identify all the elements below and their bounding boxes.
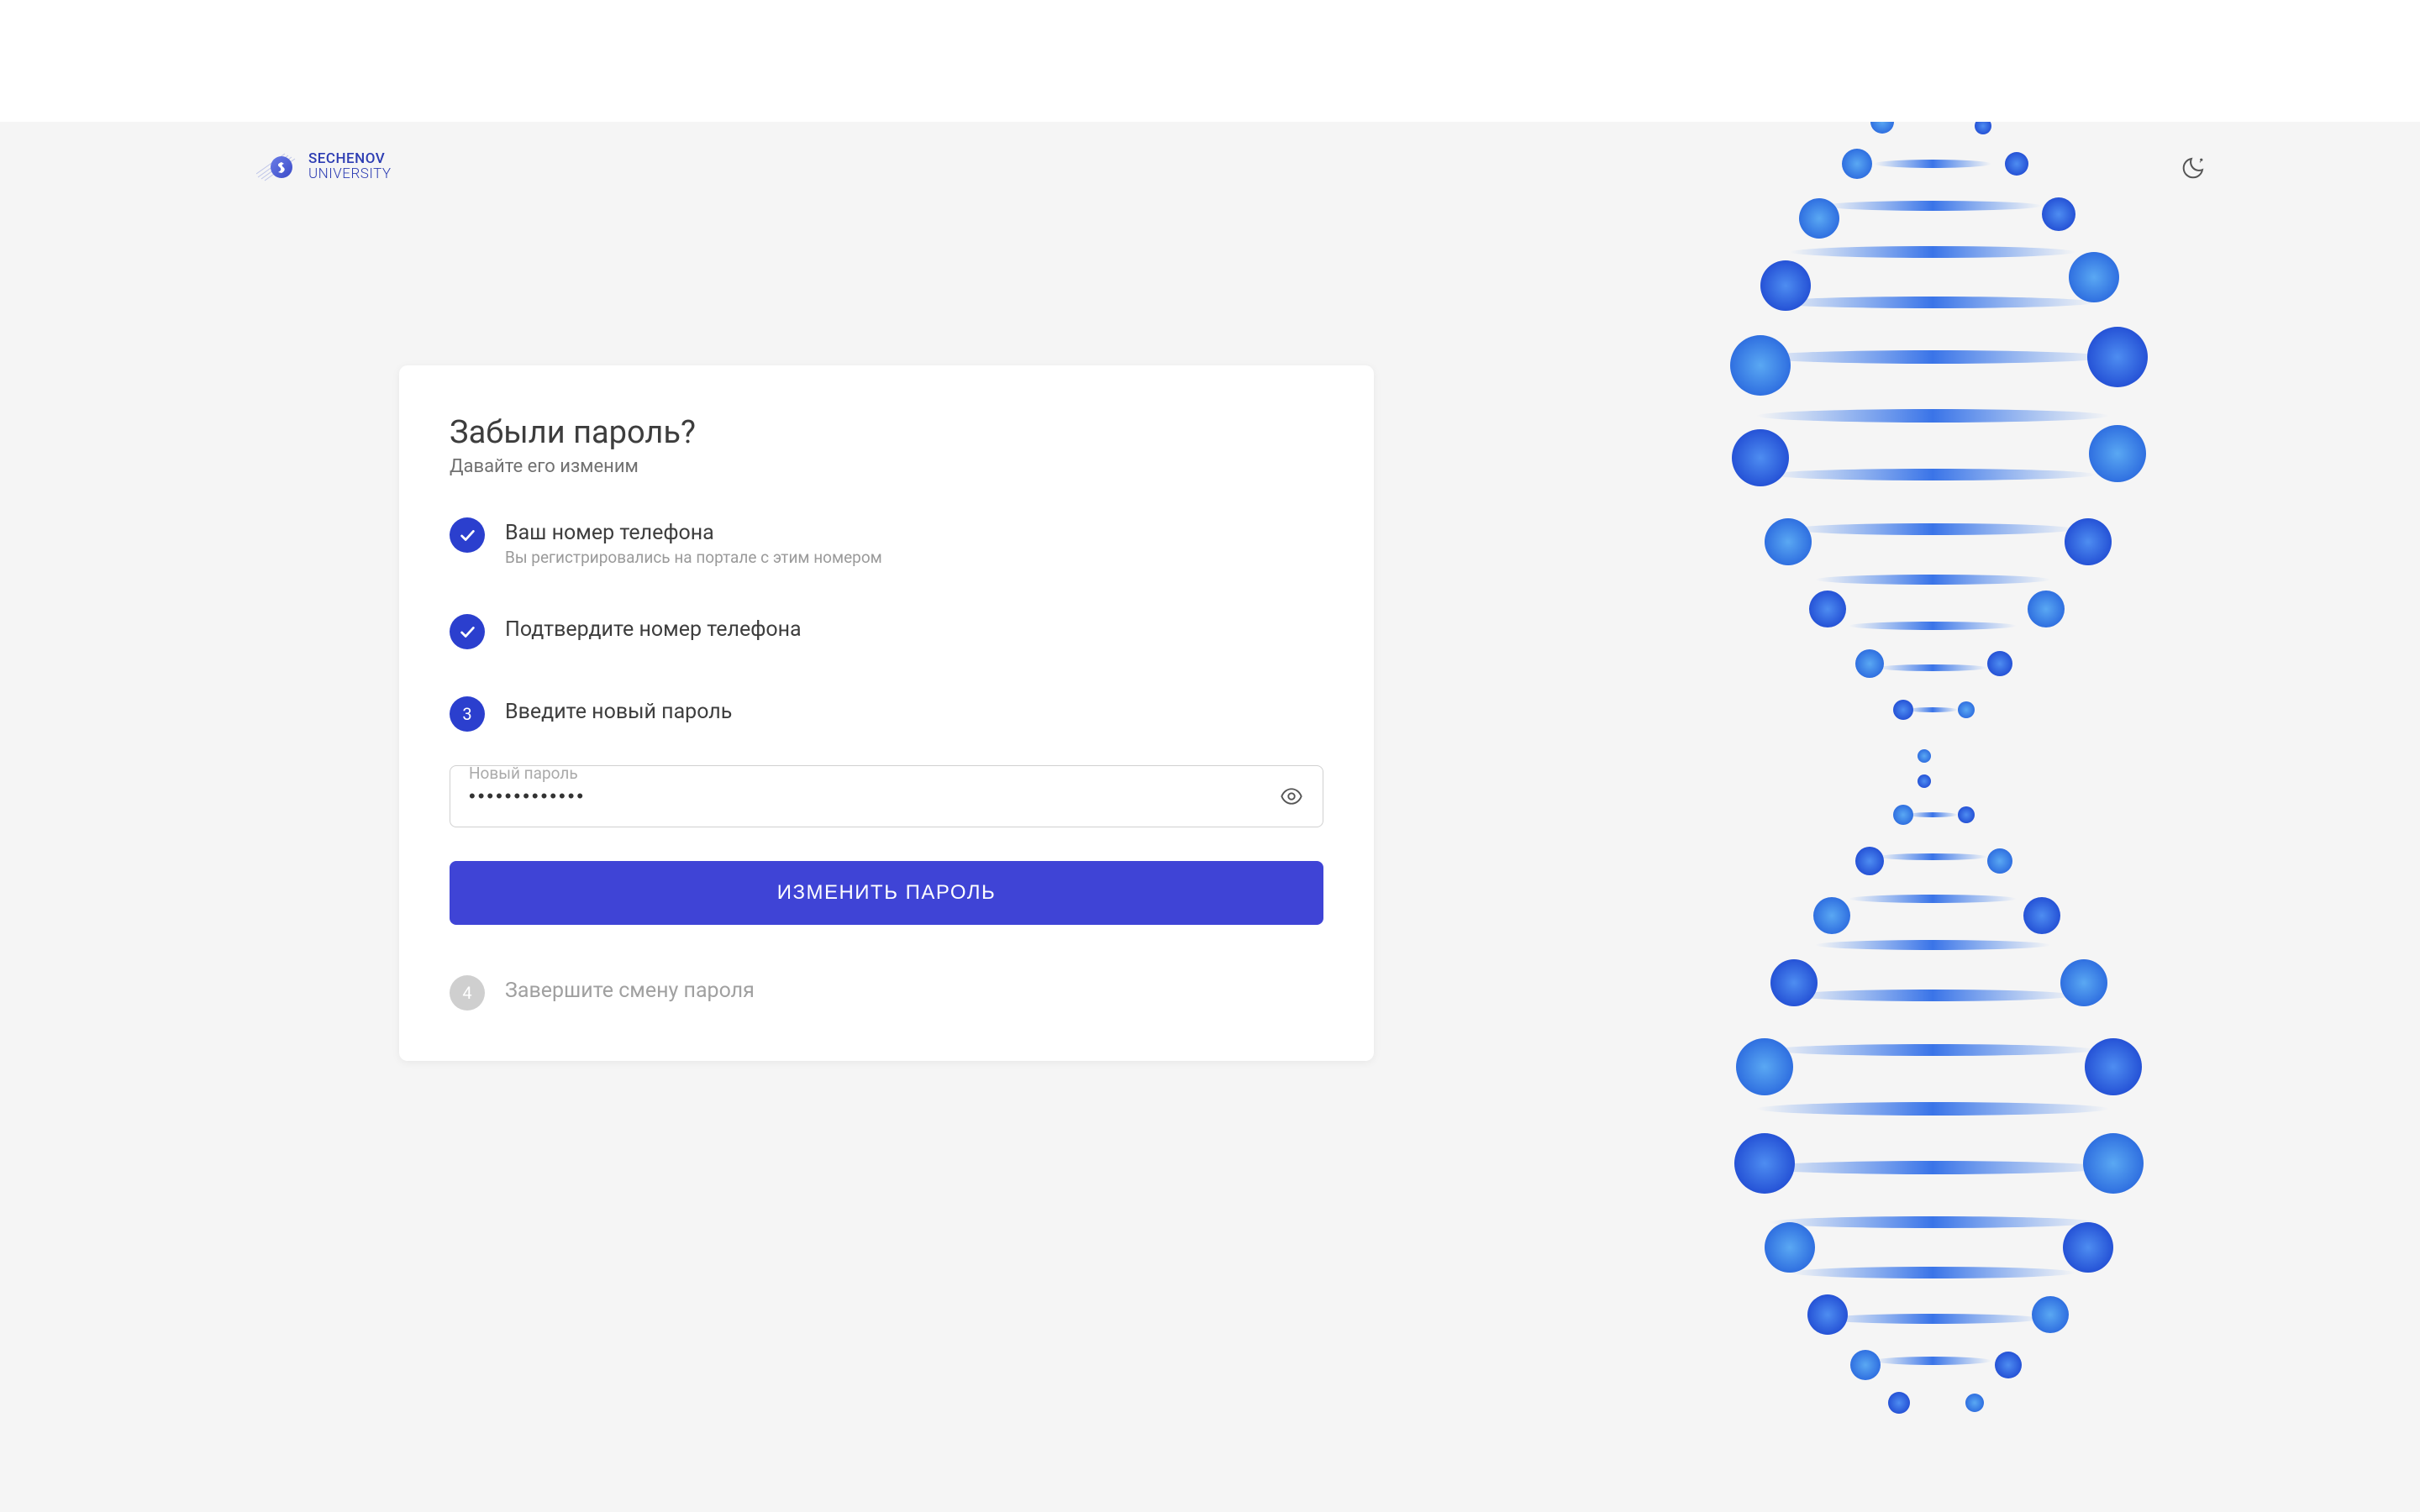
page-main: SECHENOV UNIVERSITY Забыли пароль? Давай…	[0, 122, 2420, 1512]
logo[interactable]: SECHENOV UNIVERSITY	[256, 152, 392, 182]
card-subtitle: Давайте его изменим	[450, 456, 1323, 477]
theme-toggle-button[interactable]	[2178, 151, 2210, 183]
step-3-number: 3	[462, 704, 471, 724]
step-4-body: Завершите смену пароля	[505, 975, 1323, 1004]
step-2-marker-check-icon	[450, 614, 485, 649]
step-2-title: Подтвердите номер телефона	[505, 617, 1323, 643]
step-4-marker: 4	[450, 975, 485, 1011]
step-3: 3 Введите новый пароль	[450, 696, 1323, 732]
step-1-subtitle: Вы регистрировались на портале с этим но…	[505, 548, 1323, 567]
reset-password-card: Забыли пароль? Давайте его изменим Ваш н…	[399, 365, 1374, 1061]
step-1-title: Ваш номер телефона	[505, 521, 1323, 546]
logo-text: SECHENOV UNIVERSITY	[308, 152, 392, 182]
step-3-title: Введите новый пароль	[505, 700, 1323, 725]
step-4-title: Завершите смену пароля	[505, 979, 1323, 1004]
step-2-body: Подтвердите номер телефона	[505, 614, 1323, 643]
new-password-label: Новый пароль	[469, 765, 578, 781]
step-3-body: Введите новый пароль	[505, 696, 1323, 725]
browser-chrome-placeholder	[0, 0, 2420, 122]
change-password-button[interactable]: ИЗМЕНИТЬ ПАРОЛЬ	[450, 861, 1323, 925]
moon-icon	[2181, 155, 2207, 180]
header: SECHENOV UNIVERSITY	[0, 151, 2420, 183]
toggle-password-visibility-button[interactable]	[1279, 784, 1304, 809]
new-password-field-wrap[interactable]: Новый пароль	[450, 765, 1323, 827]
logo-line2: UNIVERSITY	[308, 167, 392, 182]
step-3-marker: 3	[450, 696, 485, 732]
step-1-marker-check-icon	[450, 517, 485, 553]
new-password-input[interactable]	[469, 785, 1304, 807]
step-4-number: 4	[462, 983, 471, 1003]
step-1: Ваш номер телефона Вы регистрировались н…	[450, 517, 1323, 567]
step-3-content: Новый пароль ИЗМЕНИТЬ ПАРОЛЬ	[450, 765, 1323, 925]
dna-helix-illustration	[1664, 122, 2202, 1512]
logo-mark-icon	[256, 152, 300, 182]
step-2: Подтвердите номер телефона	[450, 614, 1323, 649]
card-title: Забыли пароль?	[450, 414, 1323, 451]
eye-icon	[1280, 785, 1303, 808]
step-4: 4 Завершите смену пароля	[450, 975, 1323, 1011]
step-1-body: Ваш номер телефона Вы регистрировались н…	[505, 517, 1323, 567]
